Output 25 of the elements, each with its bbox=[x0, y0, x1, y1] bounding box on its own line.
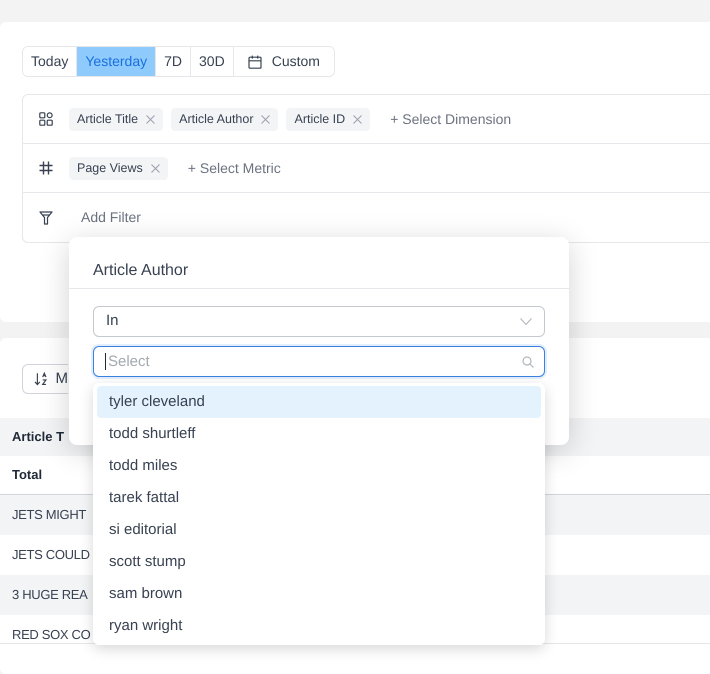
operator-select[interactable]: In bbox=[93, 306, 545, 337]
metric-chip[interactable]: Page Views bbox=[69, 156, 168, 180]
dimension-chip[interactable]: Article ID bbox=[286, 108, 370, 130]
search-field[interactable]: Select bbox=[93, 346, 545, 377]
text-cursor-icon bbox=[105, 353, 106, 370]
close-icon[interactable] bbox=[146, 114, 156, 124]
close-icon[interactable] bbox=[150, 164, 160, 172]
dimension-chip[interactable]: Article Title bbox=[69, 108, 164, 130]
popover-title: Article Author bbox=[93, 261, 188, 281]
chevron-down-icon bbox=[520, 318, 532, 325]
add-metric-button[interactable]: + Select Metric bbox=[176, 158, 293, 178]
hash-icon bbox=[39, 161, 53, 175]
calendar-icon bbox=[248, 54, 262, 68]
date-range-tab[interactable]: Custom bbox=[232, 47, 334, 76]
grid-icon bbox=[39, 112, 53, 126]
option-item[interactable]: tyler cleveland bbox=[97, 386, 541, 418]
sort-icon bbox=[34, 372, 48, 386]
close-icon[interactable] bbox=[261, 114, 270, 124]
sort-button[interactable]: M bbox=[22, 364, 68, 394]
search-icon bbox=[522, 356, 534, 368]
filter-icon bbox=[39, 210, 53, 224]
close-icon[interactable] bbox=[353, 114, 362, 124]
dimension-chip[interactable]: Article Author bbox=[171, 108, 278, 130]
add-dimension-button[interactable]: + Select Dimension bbox=[378, 108, 524, 130]
add-filter-button[interactable]: Add Filter bbox=[69, 207, 153, 228]
